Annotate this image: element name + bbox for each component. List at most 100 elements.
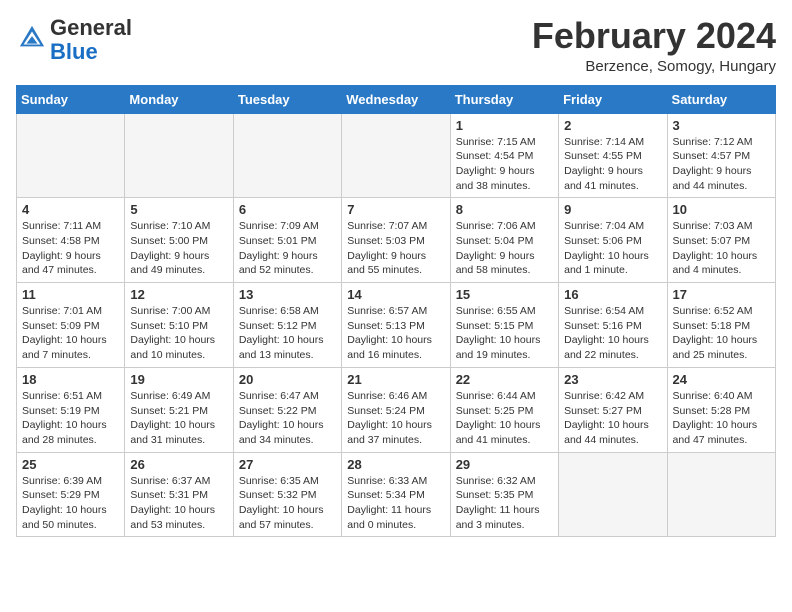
day-number: 26 bbox=[130, 457, 227, 472]
day-info: Sunrise: 7:11 AM Sunset: 4:58 PM Dayligh… bbox=[22, 219, 119, 278]
calendar-cell: 2 Sunrise: 7:14 AM Sunset: 4:55 PM Daylig… bbox=[559, 113, 667, 198]
day-number: 20 bbox=[239, 372, 336, 387]
weekday-header-friday: Friday bbox=[559, 85, 667, 113]
day-info: Sunrise: 6:47 AM Sunset: 5:22 PM Dayligh… bbox=[239, 389, 336, 448]
calendar-cell: 14 Sunrise: 6:57 AM Sunset: 5:13 PM Dayli… bbox=[342, 283, 450, 368]
calendar-cell: 19 Sunrise: 6:49 AM Sunset: 5:21 PM Dayli… bbox=[125, 367, 233, 452]
calendar-cell bbox=[667, 452, 775, 537]
day-info: Sunrise: 6:55 AM Sunset: 5:15 PM Dayligh… bbox=[456, 304, 553, 363]
day-info: Sunrise: 6:32 AM Sunset: 5:35 PM Dayligh… bbox=[456, 474, 553, 533]
day-info: Sunrise: 6:49 AM Sunset: 5:21 PM Dayligh… bbox=[130, 389, 227, 448]
day-number: 16 bbox=[564, 287, 661, 302]
calendar-cell bbox=[233, 113, 341, 198]
day-number: 12 bbox=[130, 287, 227, 302]
calendar-cell: 4Sunrise: 7:11 AM Sunset: 4:58 PM Daylig… bbox=[17, 198, 125, 283]
day-info: Sunrise: 6:33 AM Sunset: 5:34 PM Dayligh… bbox=[347, 474, 444, 533]
day-number: 1 bbox=[456, 118, 553, 133]
calendar-cell: 27 Sunrise: 6:35 AM Sunset: 5:32 PM Dayli… bbox=[233, 452, 341, 537]
month-title: February 2024 bbox=[532, 16, 776, 56]
calendar-cell: 22 Sunrise: 6:44 AM Sunset: 5:25 PM Dayli… bbox=[450, 367, 558, 452]
day-info: Sunrise: 7:06 AM Sunset: 5:04 PM Dayligh… bbox=[456, 219, 553, 278]
location: Berzence, Somogy, Hungary bbox=[532, 58, 776, 75]
day-info: Sunrise: 7:07 AM Sunset: 5:03 PM Dayligh… bbox=[347, 219, 444, 278]
day-number: 23 bbox=[564, 372, 661, 387]
day-info: Sunrise: 7:15 AM Sunset: 4:54 PM Dayligh… bbox=[456, 135, 553, 194]
day-number: 17 bbox=[673, 287, 770, 302]
logo-general: General bbox=[50, 15, 132, 40]
calendar-cell: 10 Sunrise: 7:03 AM Sunset: 5:07 PM Dayli… bbox=[667, 198, 775, 283]
day-info: Sunrise: 6:42 AM Sunset: 5:27 PM Dayligh… bbox=[564, 389, 661, 448]
day-number: 14 bbox=[347, 287, 444, 302]
day-number: 21 bbox=[347, 372, 444, 387]
calendar-cell: 7 Sunrise: 7:07 AM Sunset: 5:03 PM Daylig… bbox=[342, 198, 450, 283]
calendar-table: SundayMondayTuesdayWednesdayThursdayFrid… bbox=[16, 85, 776, 538]
day-info: Sunrise: 7:12 AM Sunset: 4:57 PM Dayligh… bbox=[673, 135, 770, 194]
weekday-header-saturday: Saturday bbox=[667, 85, 775, 113]
day-number: 3 bbox=[673, 118, 770, 133]
day-info: Sunrise: 6:35 AM Sunset: 5:32 PM Dayligh… bbox=[239, 474, 336, 533]
calendar-cell: 12 Sunrise: 7:00 AM Sunset: 5:10 PM Dayli… bbox=[125, 283, 233, 368]
day-info: Sunrise: 7:03 AM Sunset: 5:07 PM Dayligh… bbox=[673, 219, 770, 278]
day-info: Sunrise: 6:58 AM Sunset: 5:12 PM Dayligh… bbox=[239, 304, 336, 363]
logo: General Blue bbox=[16, 16, 132, 64]
calendar-cell: 1 Sunrise: 7:15 AM Sunset: 4:54 PM Daylig… bbox=[450, 113, 558, 198]
day-info: Sunrise: 6:40 AM Sunset: 5:28 PM Dayligh… bbox=[673, 389, 770, 448]
calendar-cell: 26 Sunrise: 6:37 AM Sunset: 5:31 PM Dayli… bbox=[125, 452, 233, 537]
day-info: Sunrise: 7:01 AM Sunset: 5:09 PM Dayligh… bbox=[22, 304, 119, 363]
calendar-cell: 28Sunrise: 6:33 AM Sunset: 5:34 PM Dayli… bbox=[342, 452, 450, 537]
day-info: Sunrise: 7:04 AM Sunset: 5:06 PM Dayligh… bbox=[564, 219, 661, 278]
weekday-header-tuesday: Tuesday bbox=[233, 85, 341, 113]
day-info: Sunrise: 6:54 AM Sunset: 5:16 PM Dayligh… bbox=[564, 304, 661, 363]
calendar-week-row: 1 Sunrise: 7:15 AM Sunset: 4:54 PM Daylig… bbox=[17, 113, 776, 198]
day-info: Sunrise: 6:44 AM Sunset: 5:25 PM Dayligh… bbox=[456, 389, 553, 448]
day-info: Sunrise: 7:14 AM Sunset: 4:55 PM Dayligh… bbox=[564, 135, 661, 194]
calendar-cell: 24Sunrise: 6:40 AM Sunset: 5:28 PM Dayli… bbox=[667, 367, 775, 452]
day-info: Sunrise: 6:52 AM Sunset: 5:18 PM Dayligh… bbox=[673, 304, 770, 363]
day-number: 10 bbox=[673, 202, 770, 217]
calendar-week-row: 11Sunrise: 7:01 AM Sunset: 5:09 PM Dayli… bbox=[17, 283, 776, 368]
day-info: Sunrise: 6:46 AM Sunset: 5:24 PM Dayligh… bbox=[347, 389, 444, 448]
calendar-cell: 16 Sunrise: 6:54 AM Sunset: 5:16 PM Dayli… bbox=[559, 283, 667, 368]
day-number: 7 bbox=[347, 202, 444, 217]
day-info: Sunrise: 6:51 AM Sunset: 5:19 PM Dayligh… bbox=[22, 389, 119, 448]
day-info: Sunrise: 7:00 AM Sunset: 5:10 PM Dayligh… bbox=[130, 304, 227, 363]
calendar-cell: 15 Sunrise: 6:55 AM Sunset: 5:15 PM Dayli… bbox=[450, 283, 558, 368]
logo-blue: Blue bbox=[50, 39, 98, 64]
day-info: Sunrise: 6:57 AM Sunset: 5:13 PM Dayligh… bbox=[347, 304, 444, 363]
calendar-cell bbox=[559, 452, 667, 537]
calendar-week-row: 25Sunrise: 6:39 AM Sunset: 5:29 PM Dayli… bbox=[17, 452, 776, 537]
calendar-cell bbox=[125, 113, 233, 198]
day-info: Sunrise: 7:10 AM Sunset: 5:00 PM Dayligh… bbox=[130, 219, 227, 278]
calendar-week-row: 18 Sunrise: 6:51 AM Sunset: 5:19 PM Dayli… bbox=[17, 367, 776, 452]
day-number: 25 bbox=[22, 457, 119, 472]
day-number: 9 bbox=[564, 202, 661, 217]
calendar-week-row: 4Sunrise: 7:11 AM Sunset: 4:58 PM Daylig… bbox=[17, 198, 776, 283]
weekday-header-monday: Monday bbox=[125, 85, 233, 113]
title-area: February 2024 Berzence, Somogy, Hungary bbox=[532, 16, 776, 75]
calendar-cell: 29 Sunrise: 6:32 AM Sunset: 5:35 PM Dayli… bbox=[450, 452, 558, 537]
calendar-cell: 21 Sunrise: 6:46 AM Sunset: 5:24 PM Dayli… bbox=[342, 367, 450, 452]
calendar-cell: 6Sunrise: 7:09 AM Sunset: 5:01 PM Daylig… bbox=[233, 198, 341, 283]
calendar-cell: 9 Sunrise: 7:04 AM Sunset: 5:06 PM Daylig… bbox=[559, 198, 667, 283]
day-number: 29 bbox=[456, 457, 553, 472]
calendar-cell: 20 Sunrise: 6:47 AM Sunset: 5:22 PM Dayli… bbox=[233, 367, 341, 452]
calendar-cell bbox=[342, 113, 450, 198]
calendar-cell: 3 Sunrise: 7:12 AM Sunset: 4:57 PM Daylig… bbox=[667, 113, 775, 198]
day-number: 18 bbox=[22, 372, 119, 387]
calendar-cell: 17 Sunrise: 6:52 AM Sunset: 5:18 PM Dayli… bbox=[667, 283, 775, 368]
logo-icon bbox=[18, 24, 46, 52]
weekday-header-row: SundayMondayTuesdayWednesdayThursdayFrid… bbox=[17, 85, 776, 113]
weekday-header-wednesday: Wednesday bbox=[342, 85, 450, 113]
weekday-header-thursday: Thursday bbox=[450, 85, 558, 113]
day-number: 6 bbox=[239, 202, 336, 217]
page-header: General Blue February 2024 Berzence, Som… bbox=[16, 16, 776, 75]
day-info: Sunrise: 6:37 AM Sunset: 5:31 PM Dayligh… bbox=[130, 474, 227, 533]
calendar-cell: 18 Sunrise: 6:51 AM Sunset: 5:19 PM Dayli… bbox=[17, 367, 125, 452]
day-number: 22 bbox=[456, 372, 553, 387]
day-number: 19 bbox=[130, 372, 227, 387]
day-number: 27 bbox=[239, 457, 336, 472]
calendar-cell bbox=[17, 113, 125, 198]
day-number: 8 bbox=[456, 202, 553, 217]
day-number: 15 bbox=[456, 287, 553, 302]
day-number: 2 bbox=[564, 118, 661, 133]
